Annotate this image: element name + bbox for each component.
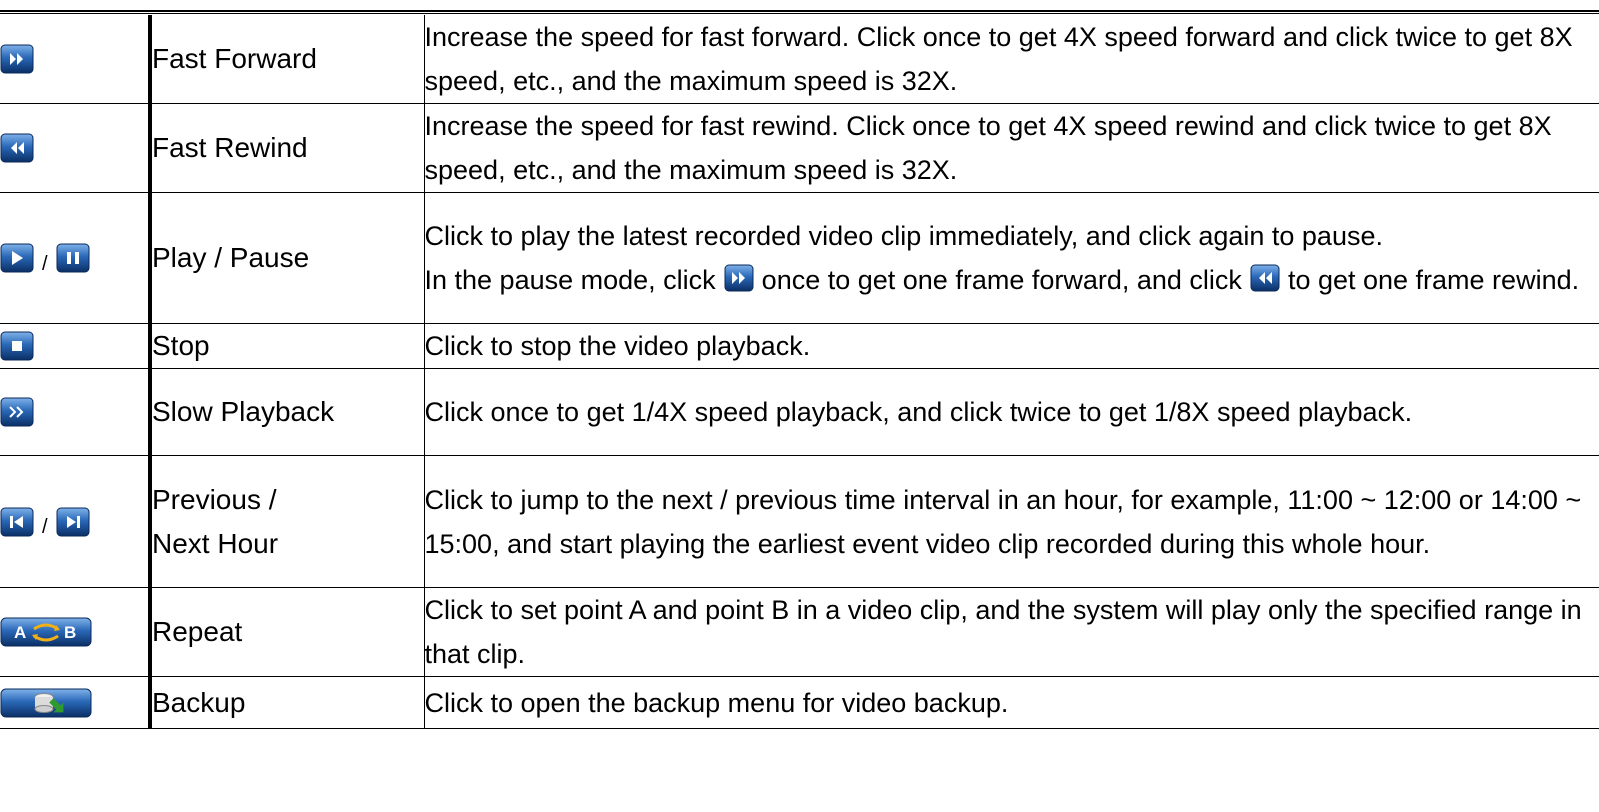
icon-separator: / — [42, 516, 48, 538]
function-description: Click to open the backup menu for video … — [424, 676, 1599, 729]
function-name: Stop — [148, 323, 425, 369]
table-row: A B Repeat Click to set point A and poin… — [0, 587, 1599, 677]
function-description: Click to stop the video playback. — [424, 323, 1599, 369]
table-row: Stop Click to stop the video playback. — [0, 323, 1599, 369]
fast-forward-icon — [724, 264, 754, 292]
table-row: Slow Playback Click once to get 1/4X spe… — [0, 368, 1599, 456]
stop-icon[interactable] — [0, 331, 34, 361]
next-hour-icon[interactable] — [56, 507, 90, 537]
svg-text:B: B — [64, 623, 76, 642]
previous-hour-icon[interactable] — [0, 507, 34, 537]
function-description: Click to jump to the next / previous tim… — [424, 455, 1599, 588]
function-description: Increase the speed for fast rewind. Clic… — [424, 103, 1599, 193]
function-description: Increase the speed for fast forward. Cli… — [424, 15, 1599, 104]
table-row: Fast Rewind Increase the speed for fast … — [0, 103, 1599, 193]
fast-rewind-icon[interactable] — [0, 133, 34, 163]
table-row: Fast Forward Increase the speed for fast… — [0, 15, 1599, 104]
repeat-ab-icon[interactable]: A B — [0, 617, 92, 647]
function-description: Click to play the latest recorded video … — [424, 192, 1599, 324]
table-row: / Previous / Next Hour Click to jump to … — [0, 455, 1599, 588]
playback-controls-table: Fast Forward Increase the speed for fast… — [0, 15, 1599, 729]
function-name: Fast Rewind — [148, 103, 425, 193]
table-row: / Play / Pause Click to play the latest … — [0, 192, 1599, 324]
function-name: Previous / Next Hour — [148, 455, 425, 588]
play-icon[interactable] — [0, 243, 34, 273]
function-name: Play / Pause — [148, 192, 425, 324]
table-row: Backup Click to open the backup menu for… — [0, 676, 1599, 729]
function-name: Repeat — [148, 587, 425, 677]
fast-rewind-icon — [1250, 264, 1280, 292]
top-rule — [0, 10, 1599, 14]
function-name: Backup — [148, 676, 425, 729]
function-name: Slow Playback — [148, 368, 425, 456]
function-description: Click once to get 1/4X speed playback, a… — [424, 368, 1599, 456]
pause-icon[interactable] — [56, 243, 90, 273]
function-description: Click to set point A and point B in a vi… — [424, 587, 1599, 677]
fast-forward-icon[interactable] — [0, 44, 34, 74]
svg-text:A: A — [14, 623, 26, 642]
backup-icon[interactable] — [0, 688, 92, 718]
function-name: Fast Forward — [148, 15, 425, 104]
slow-playback-icon[interactable] — [0, 397, 34, 427]
icon-separator: / — [42, 252, 48, 275]
